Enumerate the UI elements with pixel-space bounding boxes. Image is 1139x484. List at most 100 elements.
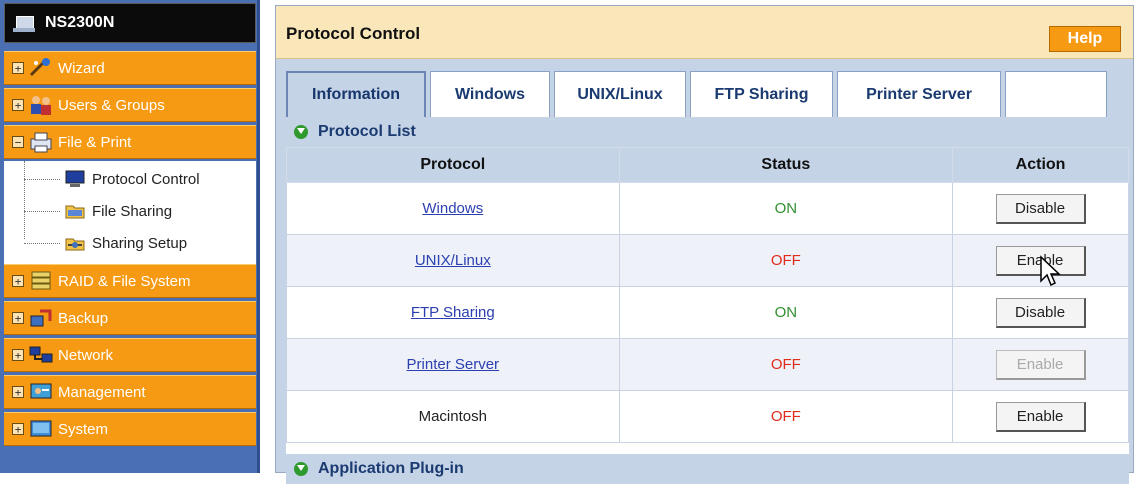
submenu-item-label: File Sharing <box>92 202 173 220</box>
protocol-link-unix-linux[interactable]: UNIX/Linux <box>415 252 491 269</box>
tab-printer-server[interactable]: Printer Server <box>837 71 1001 117</box>
sidebar-item-label: Management <box>58 383 146 401</box>
status-text: OFF <box>770 408 801 425</box>
submenu-item-label: Protocol Control <box>92 170 200 188</box>
action-cell: Enable <box>952 338 1129 391</box>
submenu-item-label: Sharing Setup <box>92 234 188 252</box>
protocol-list-header: Protocol List <box>286 117 1129 147</box>
tab-unix-linux[interactable]: UNIX/Linux <box>554 71 686 117</box>
table-row: Windows ON Disable <box>286 182 1129 235</box>
management-icon <box>28 381 54 403</box>
column-header-status: Status <box>618 147 954 183</box>
protocol-cell: Windows <box>286 182 620 235</box>
table-header-row: Protocol Status Action <box>286 147 1129 183</box>
tab-windows[interactable]: Windows <box>430 71 550 117</box>
sidebar-item-file-print[interactable]: − File & Print <box>4 125 256 159</box>
sidebar-item-system[interactable]: + System <box>4 412 256 446</box>
expand-icon[interactable]: + <box>12 62 24 74</box>
tab-bar: Information Windows UNIX/Linux FTP Shari… <box>286 71 1107 117</box>
sidebar-item-management[interactable]: + Management <box>4 375 256 409</box>
backup-icon <box>28 307 54 329</box>
protocol-cell: Printer Server <box>286 338 620 391</box>
sidebar-item-wizard[interactable]: + Wizard <box>4 51 256 85</box>
protocol-table: Protocol Status Action Windows ON Disabl… <box>286 147 1129 443</box>
protocol-cell: UNIX/Linux <box>286 234 620 287</box>
disable-ftp-sharing-button[interactable]: Disable <box>995 297 1086 328</box>
action-cell: Enable <box>952 390 1129 443</box>
protocol-cell: FTP Sharing <box>286 286 620 339</box>
protocol-name-macintosh: Macintosh <box>418 408 487 425</box>
system-icon <box>28 418 54 440</box>
sidebar-item-label: Wizard <box>58 59 105 77</box>
protocol-link-ftp-sharing[interactable]: FTP Sharing <box>411 304 495 321</box>
sidebar-item-raid-file-system[interactable]: + RAID & File System <box>4 264 256 298</box>
submenu-item-protocol-control[interactable]: Protocol Control <box>24 165 200 193</box>
sidebar-item-label: Users & Groups <box>58 96 165 114</box>
shared-folder-icon <box>64 233 86 253</box>
expand-icon[interactable]: + <box>12 99 24 111</box>
printer-icon <box>28 131 54 153</box>
expand-icon[interactable]: + <box>12 386 24 398</box>
tab-information[interactable]: Information <box>286 71 426 117</box>
status-cell: OFF <box>618 234 954 287</box>
status-text: ON <box>774 200 798 217</box>
status-cell: OFF <box>618 338 954 391</box>
expand-icon[interactable]: + <box>12 312 24 324</box>
protocol-cell: Macintosh <box>286 390 620 443</box>
sidebar-item-backup[interactable]: + Backup <box>4 301 256 335</box>
expand-icon[interactable]: + <box>12 349 24 361</box>
enable-macintosh-button[interactable]: Enable <box>995 401 1086 432</box>
folder-icon <box>64 201 86 221</box>
expand-bullet-icon <box>294 462 308 476</box>
sidebar-item-label: File & Print <box>58 133 132 151</box>
enable-printer-server-button: Enable <box>995 349 1086 380</box>
sidebar-item-label: System <box>58 420 109 438</box>
disable-windows-button[interactable]: Disable <box>995 193 1086 224</box>
expand-bullet-icon <box>294 125 308 139</box>
monitor-icon <box>64 169 86 189</box>
sidebar-item-network[interactable]: + Network <box>4 338 256 372</box>
submenu-item-file-sharing[interactable]: File Sharing <box>24 197 172 225</box>
status-text: OFF <box>770 252 801 269</box>
status-text: ON <box>774 304 798 321</box>
tab-ftp-sharing[interactable]: FTP Sharing <box>690 71 833 117</box>
page-header: Protocol Control Help <box>276 6 1133 59</box>
sidebar: NS2300N + Wizard + Users & Groups − File… <box>0 0 260 473</box>
tab-content: Protocol List Protocol Status Action Win… <box>286 117 1129 484</box>
column-header-action: Action <box>952 147 1129 183</box>
table-row: UNIX/Linux OFF Enable <box>286 234 1129 287</box>
raid-icon <box>28 270 54 292</box>
device-name: NS2300N <box>45 14 115 31</box>
tab-spacer <box>1005 71 1107 117</box>
expand-icon[interactable]: + <box>12 275 24 287</box>
table-row: Printer Server OFF Enable <box>286 338 1129 391</box>
help-button[interactable]: Help <box>1049 26 1121 52</box>
computer-icon <box>13 12 35 34</box>
action-cell: Enable <box>952 234 1129 287</box>
sidebar-item-label: RAID & File System <box>58 272 191 290</box>
sidebar-item-label: Backup <box>58 309 109 327</box>
sidebar-item-label: Network <box>58 346 114 364</box>
table-row: Macintosh OFF Enable <box>286 390 1129 443</box>
action-cell: Disable <box>952 286 1129 339</box>
protocol-link-printer-server[interactable]: Printer Server <box>407 356 500 373</box>
status-cell: OFF <box>618 390 954 443</box>
section-title: Application Plug-in <box>318 460 464 477</box>
action-cell: Disable <box>952 182 1129 235</box>
protocol-link-windows[interactable]: Windows <box>422 200 483 217</box>
application-plugin-header: Application Plug-in <box>286 454 1129 484</box>
enable-unix-linux-button[interactable]: Enable <box>995 245 1086 276</box>
status-cell: ON <box>618 286 954 339</box>
main-panel: Protocol Control Help Information Window… <box>275 5 1134 484</box>
column-header-protocol: Protocol <box>286 147 620 183</box>
status-cell: ON <box>618 182 954 235</box>
submenu-item-sharing-setup[interactable]: Sharing Setup <box>24 229 187 257</box>
file-print-submenu: Protocol Control File Sharing Sharing Se… <box>4 161 256 265</box>
page-title: Protocol Control <box>286 24 421 43</box>
users-icon <box>28 94 54 116</box>
collapse-icon[interactable]: − <box>12 136 24 148</box>
wizard-icon <box>28 57 54 79</box>
sidebar-item-users-groups[interactable]: + Users & Groups <box>4 88 256 122</box>
expand-icon[interactable]: + <box>12 423 24 435</box>
network-icon <box>28 344 54 366</box>
